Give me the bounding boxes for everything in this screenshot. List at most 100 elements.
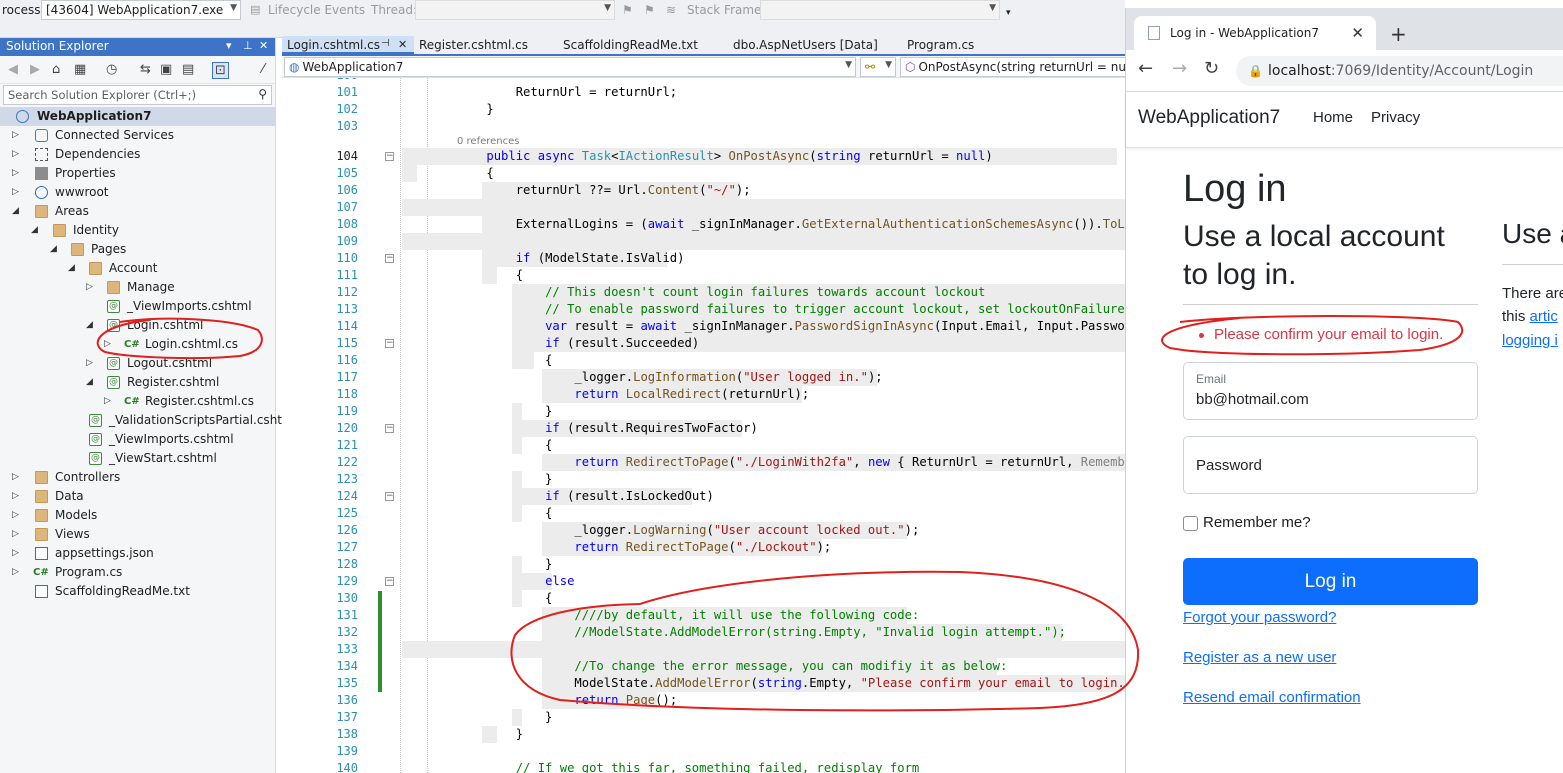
expand-arrow-icon[interactable]: ▷ (12, 145, 19, 164)
thread-combo[interactable]: ▼ (415, 0, 615, 20)
tree-item-connected-services[interactable]: ▷ Connected Services (0, 126, 275, 145)
filter-icon[interactable]: ≋ (666, 3, 676, 17)
stack-frame-combo[interactable]: ▼ (760, 0, 1000, 20)
register-link[interactable]: Register as a new user (1183, 649, 1336, 666)
pending-changes-icon[interactable]: ◷ (106, 62, 117, 77)
expand-arrow-icon[interactable]: ▷ (104, 335, 111, 354)
project-combo[interactable]: ◍ WebApplication7 ▼ (284, 57, 856, 77)
nav-home-link[interactable]: Home (1313, 109, 1353, 126)
tree-item-identity[interactable]: ◢ Identity (0, 221, 275, 240)
tree-item-register-cs[interactable]: ▷ C# Register.cshtml.cs (0, 392, 275, 411)
email-field[interactable]: Email bb@hotmail.com (1183, 362, 1478, 420)
logging-in-link[interactable]: logging i (1502, 332, 1558, 349)
expand-arrow-icon[interactable]: ▷ (12, 126, 19, 145)
collapse-arrow-icon[interactable]: ◢ (68, 259, 75, 278)
window-position-icon[interactable]: ▾ (226, 39, 232, 52)
close-icon[interactable]: ✕ (1351, 24, 1364, 42)
switch-views-icon[interactable]: ▦ (74, 62, 86, 77)
tab-register-cs[interactable]: Register.cshtml.cs (414, 36, 533, 54)
tree-item-viewimports-account[interactable]: _ViewImports.cshtml (0, 297, 275, 316)
tab-login-cs[interactable]: Login.cshtml.cs ⊣ ✕ (282, 36, 414, 54)
tree-item-viewstart[interactable]: _ViewStart.cshtml (0, 449, 275, 468)
tree-item-login-cs[interactable]: ▷ C# Login.cshtml.cs (0, 335, 275, 354)
forward-icon[interactable]: ▶ (30, 62, 40, 77)
flag-icon[interactable]: ⚑ (622, 3, 633, 17)
back-icon[interactable]: ◀ (8, 62, 18, 77)
member-combo[interactable]: ⬡ OnPostAsync(string returnUrl = null) (900, 57, 1125, 77)
solution-search-input[interactable]: Search Solution Explorer (Ctrl+;) ⚲ (3, 85, 272, 105)
expand-arrow-icon[interactable]: ▷ (12, 544, 19, 563)
type-combo[interactable]: ⚯ ▼ (860, 57, 896, 77)
tree-item-validation-partial[interactable]: _ValidationScriptsPartial.cshtml (0, 411, 297, 430)
back-icon[interactable]: ← (1138, 58, 1153, 79)
tree-item-areas[interactable]: ◢ Areas (0, 202, 275, 221)
collapse-all-icon[interactable]: ▣ (160, 62, 172, 77)
tree-item-program[interactable]: ▷ C# Program.cs (0, 563, 275, 582)
collapse-arrow-icon[interactable]: ◢ (50, 240, 57, 259)
lifecycle-events-button[interactable]: Lifecycle Events (268, 3, 365, 17)
collapse-arrow-icon[interactable]: ◢ (86, 316, 93, 335)
tree-item-data[interactable]: ▷ Data (0, 487, 275, 506)
login-button[interactable]: Log in (1183, 558, 1478, 605)
collapse-arrow-icon[interactable]: ◢ (86, 373, 93, 392)
expand-arrow-icon[interactable]: ▷ (12, 563, 19, 582)
tree-item-readme[interactable]: ScaffoldingReadMe.txt (0, 582, 275, 601)
collapse-icon[interactable]: − (385, 254, 394, 263)
pin-icon[interactable]: ⊣ (381, 38, 390, 49)
expand-arrow-icon[interactable]: ▷ (12, 468, 19, 487)
tree-item-viewimports-pages[interactable]: _ViewImports.cshtml (0, 430, 275, 449)
expand-arrow-icon[interactable]: ▷ (86, 354, 93, 373)
nav-privacy-link[interactable]: Privacy (1371, 109, 1420, 126)
collapse-icon[interactable]: − (385, 424, 394, 433)
collapse-icon[interactable]: − (385, 492, 394, 501)
article-link[interactable]: artic (1530, 308, 1558, 325)
preview-selected-icon[interactable]: ⊡ (212, 62, 229, 79)
site-brand-link[interactable]: WebApplication7 (1138, 107, 1280, 129)
overflow-icon[interactable]: ▾ (1006, 8, 1011, 18)
expand-arrow-icon[interactable]: ▷ (104, 392, 111, 411)
expand-arrow-icon[interactable]: ▷ (12, 506, 19, 525)
tree-item-account[interactable]: ◢ Account (0, 259, 275, 278)
code-editor[interactable]: 1001011021031041051061071081091101111121… (282, 78, 1125, 773)
collapse-icon[interactable]: − (385, 577, 394, 586)
properties-icon[interactable]: ⁄ (262, 62, 264, 77)
tree-item-properties[interactable]: ▷ Properties (0, 164, 275, 183)
tree-item-dependencies[interactable]: ▷ Dependencies (0, 145, 275, 164)
sync-icon[interactable]: ⇆ (140, 62, 151, 77)
tab-readme[interactable]: ScaffoldingReadMe.txt (558, 36, 703, 54)
codelens-references[interactable]: 0 references (457, 136, 520, 147)
collapse-icon[interactable]: − (385, 152, 394, 161)
new-tab-icon[interactable]: + (1390, 22, 1407, 46)
expand-arrow-icon[interactable]: ▷ (12, 183, 19, 202)
close-icon[interactable]: ✕ (259, 39, 268, 52)
reload-icon[interactable]: ↻ (1204, 58, 1219, 79)
tree-item-wwwroot[interactable]: ▷ wwwroot (0, 183, 275, 202)
tree-item-appsettings[interactable]: ▷ appsettings.json (0, 544, 275, 563)
show-all-files-icon[interactable]: ▤ (182, 62, 194, 77)
tree-item-controllers[interactable]: ▷ Controllers (0, 468, 275, 487)
tree-item-register-cshtml[interactable]: ◢ Register.cshtml (0, 373, 275, 392)
expand-arrow-icon[interactable]: ▷ (86, 278, 93, 297)
expand-arrow-icon[interactable]: ▷ (12, 525, 19, 544)
tree-item-manage[interactable]: ▷ Manage (0, 278, 275, 297)
close-icon[interactable]: ✕ (398, 38, 407, 51)
tree-item-views[interactable]: ▷ Views (0, 525, 275, 544)
forgot-password-link[interactable]: Forgot your password? (1183, 609, 1336, 626)
flag-threads-icon[interactable]: ⚑ (644, 3, 655, 17)
expand-arrow-icon[interactable]: ▷ (12, 487, 19, 506)
remember-me-checkbox[interactable] (1183, 516, 1198, 531)
collapse-arrow-icon[interactable]: ◢ (12, 202, 19, 221)
password-field[interactable]: Password (1183, 436, 1478, 494)
tab-aspnetusers[interactable]: dbo.AspNetUsers [Data] (728, 36, 883, 54)
expand-arrow-icon[interactable]: ▷ (12, 164, 19, 183)
home-icon[interactable]: ⌂ (52, 62, 60, 77)
tab-program[interactable]: Program.cs (902, 36, 979, 54)
collapse-arrow-icon[interactable]: ◢ (31, 221, 38, 240)
pin-icon[interactable]: ⊥ (243, 39, 253, 52)
process-combo[interactable]: [43604] WebApplication7.exe ▼ (41, 0, 241, 20)
tree-item-logout-cshtml[interactable]: ▷ Logout.cshtml (0, 354, 275, 373)
forward-icon[interactable]: → (1172, 58, 1187, 79)
resend-confirmation-link[interactable]: Resend email confirmation (1183, 689, 1361, 706)
address-bar[interactable]: 🔒 localhost:7069/Identity/Account/Login (1236, 56, 1563, 86)
browser-tab[interactable]: Log in - WebApplication7 ✕ (1134, 16, 1376, 50)
